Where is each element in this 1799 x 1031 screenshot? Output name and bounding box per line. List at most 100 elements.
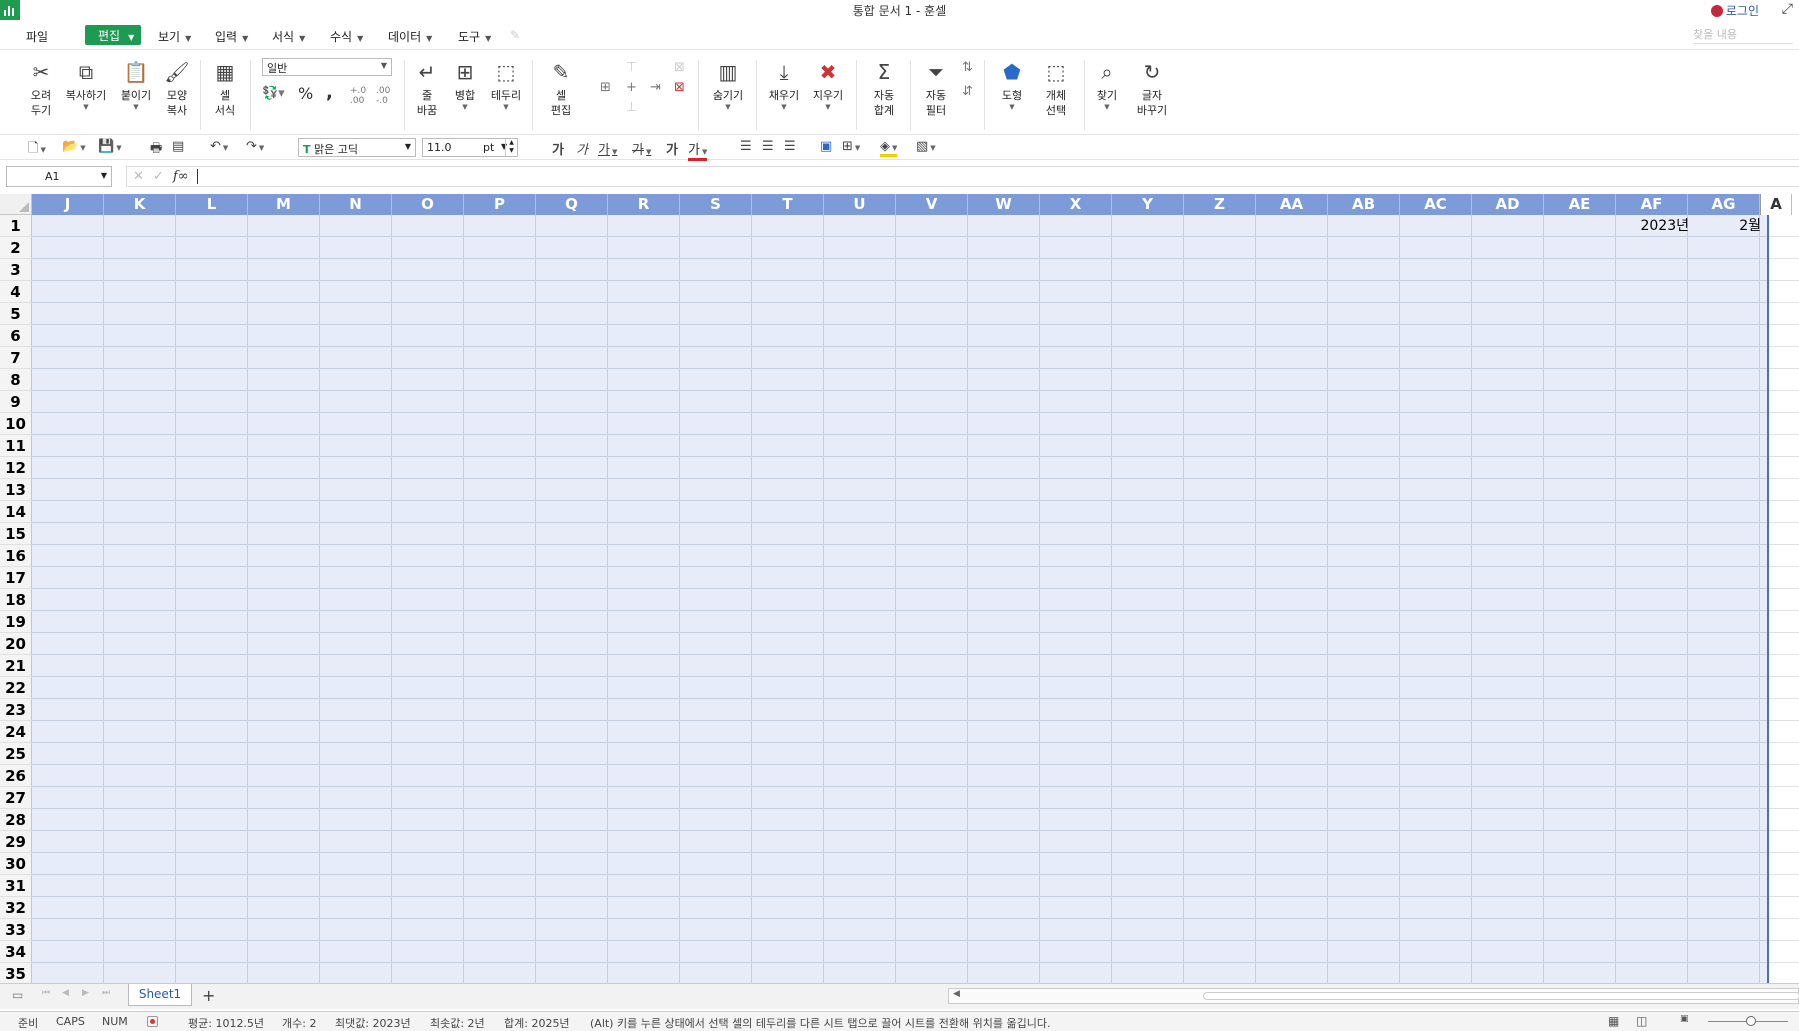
font-size-select[interactable]: 11.0 pt ▼ ▲ ▼ (422, 138, 518, 157)
select-object-button[interactable]: ⬚ 개체 선택 (1036, 58, 1076, 118)
row-header-25[interactable]: 25 (0, 743, 32, 765)
cancel-icon[interactable]: ✕ (133, 169, 144, 184)
currency-icon[interactable]: 💱▾ (262, 86, 285, 101)
insert-column-icon[interactable]: + (626, 80, 637, 95)
function-icon[interactable]: f∞ (173, 169, 189, 184)
font-size-spinner[interactable]: ▲ ▼ (505, 139, 517, 156)
wrap-cell-icon[interactable]: ▣ (820, 139, 832, 154)
row-header-21[interactable]: 21 (0, 655, 32, 677)
column-header-Y[interactable]: Y (1112, 194, 1184, 215)
cell-border-icon[interactable]: ⊞ ▼ (842, 139, 860, 154)
column-header-AB[interactable]: AB (1328, 194, 1400, 215)
merge-button[interactable]: ⊞ 병합 ▼ (450, 58, 480, 111)
horizontal-scrollbar[interactable]: ◀ (948, 988, 1799, 1004)
insert-cells-icon[interactable]: ⊞ (600, 80, 611, 95)
sort-descending-icon[interactable]: ⇵ (962, 84, 973, 99)
fullscreen-icon[interactable]: ⤢ (1782, 1, 1793, 17)
column-header-J[interactable]: J (32, 194, 104, 215)
italic-button[interactable]: 가 (576, 139, 588, 158)
column-header-X[interactable]: X (1040, 194, 1112, 215)
hide-button[interactable]: ▥ 숨기기 ▼ (708, 58, 748, 111)
align-center-icon[interactable]: ☰ (762, 139, 774, 154)
column-header-R[interactable]: R (608, 194, 680, 215)
move-cells-icon[interactable]: ⇥ (650, 80, 661, 95)
row-header-15[interactable]: 15 (0, 523, 32, 545)
increase-decimal-icon[interactable]: +.0.00 (350, 86, 366, 106)
fill-color-icon[interactable]: ◈ ▼ (880, 139, 898, 157)
delete-cells-icon[interactable]: ⊠ (674, 60, 685, 75)
row-header-31[interactable]: 31 (0, 875, 32, 897)
row-header-26[interactable]: 26 (0, 765, 32, 787)
column-header-AG[interactable]: AG (1688, 194, 1760, 215)
scrollbar-thumb[interactable] (1203, 992, 1799, 1000)
column-header-S[interactable]: S (680, 194, 752, 215)
row-header-11[interactable]: 11 (0, 435, 32, 457)
row-header-30[interactable]: 30 (0, 853, 32, 875)
row-header-2[interactable]: 2 (0, 237, 32, 259)
strikethrough-button[interactable]: 가 ▼ (632, 139, 651, 158)
row-header-27[interactable]: 27 (0, 787, 32, 809)
prev-sheet-icon[interactable]: ◀ (62, 988, 69, 998)
row-header-6[interactable]: 6 (0, 325, 32, 347)
row-header-23[interactable]: 23 (0, 699, 32, 721)
column-header-P[interactable]: P (464, 194, 536, 215)
cell-format-button[interactable]: ▦ 셀 서식 (210, 58, 240, 118)
row-header-9[interactable]: 9 (0, 391, 32, 413)
menu-insert[interactable]: 입력 ▼ (215, 28, 248, 45)
normal-view-icon[interactable]: ▦ (1608, 1014, 1619, 1028)
align-right-icon[interactable]: ☰ (784, 139, 796, 154)
paste-button[interactable]: 📋 붙이기 ▼ (118, 58, 154, 111)
confirm-icon[interactable]: ✓ (153, 169, 164, 184)
row-header-16[interactable]: 16 (0, 545, 32, 567)
row-header-32[interactable]: 32 (0, 897, 32, 919)
row-header-1[interactable]: 1 (0, 215, 32, 237)
clear-button[interactable]: ✖ 지우기 ▼ (808, 58, 848, 111)
column-header-W[interactable]: W (968, 194, 1040, 215)
preview-icon[interactable]: ▤ (172, 139, 184, 154)
decrease-decimal-icon[interactable]: .00 -.0 (376, 86, 390, 106)
column-header-U[interactable]: U (824, 194, 896, 215)
login-button[interactable]: 로그인 (1710, 2, 1759, 19)
column-header-T[interactable]: T (752, 194, 824, 215)
row-header-14[interactable]: 14 (0, 501, 32, 523)
column-header-AE[interactable]: AE (1544, 194, 1616, 215)
formula-input-area[interactable]: ✕ ✓ f∞ (126, 166, 1799, 187)
column-header-N[interactable]: N (320, 194, 392, 215)
replace-button[interactable]: ↻ 글자 바꾸기 (1130, 58, 1174, 118)
autosum-button[interactable]: Σ 자동 합계 (868, 58, 900, 118)
scroll-left-icon[interactable]: ◀ (953, 989, 960, 999)
column-header-AD[interactable]: AD (1472, 194, 1544, 215)
column-header-V[interactable]: V (896, 194, 968, 215)
font-color-button[interactable]: 가 ▼ (688, 139, 708, 161)
next-sheet-icon[interactable]: ▶ (82, 988, 89, 998)
row-header-20[interactable]: 20 (0, 633, 32, 655)
cell-area[interactable] (32, 215, 1767, 983)
row-header-8[interactable]: 8 (0, 369, 32, 391)
formula-input[interactable] (197, 169, 198, 184)
column-header-AA[interactable]: AA (1256, 194, 1328, 215)
row-header-13[interactable]: 13 (0, 479, 32, 501)
save-icon[interactable]: 💾 ▼ (98, 139, 122, 154)
row-header-24[interactable]: 24 (0, 721, 32, 743)
first-sheet-icon[interactable]: ⏮ (42, 988, 50, 998)
find-button[interactable]: ⌕ 찾기 ▼ (1092, 58, 1122, 111)
cell-area-unselected[interactable] (1767, 215, 1799, 983)
comma-button[interactable]: , (326, 82, 333, 103)
menu-file[interactable]: 파일 (26, 28, 48, 45)
print-icon[interactable]: 🖶 (150, 139, 162, 161)
new-doc-icon[interactable]: 🗋 ▼ (28, 139, 46, 161)
cell-edit-button[interactable]: ✎ 셀 편집 (544, 58, 578, 118)
format-painter-button[interactable]: 🖌 모양 복사 (162, 58, 192, 118)
shape-button[interactable]: ⬟ 도형 ▼ (996, 58, 1028, 111)
cell-AG1[interactable]: 2월 (1693, 215, 1765, 237)
row-header-33[interactable]: 33 (0, 919, 32, 941)
last-sheet-icon[interactable]: ⏭ (102, 988, 110, 998)
page-layout-icon[interactable]: ◫ (1636, 1014, 1647, 1028)
wrap-text-button[interactable]: ↵ 줄 바꿈 (412, 58, 442, 118)
row-header-22[interactable]: 22 (0, 677, 32, 699)
pin-icon[interactable]: ✎ (510, 28, 520, 42)
menu-data[interactable]: 데이터 ▼ (388, 28, 432, 45)
record-macro-icon[interactable] (147, 1016, 158, 1027)
underline-button[interactable]: 가 ▼ (598, 139, 617, 158)
open-icon[interactable]: 📂 ▼ (62, 139, 86, 154)
